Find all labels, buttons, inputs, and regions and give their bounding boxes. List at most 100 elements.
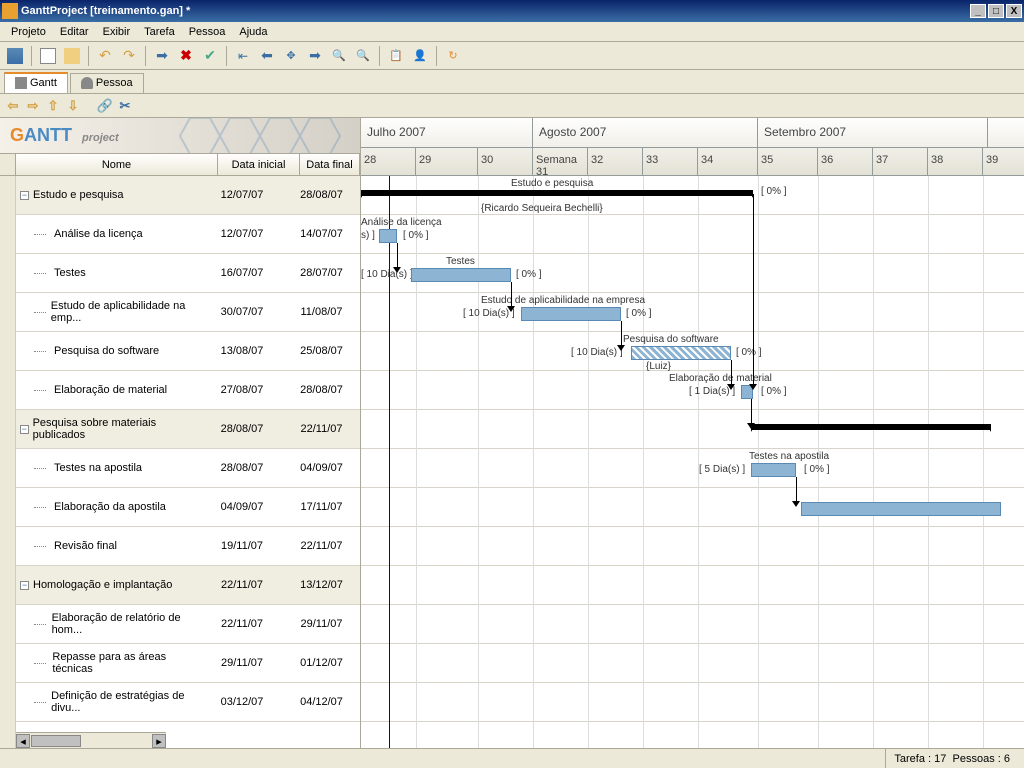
tree-row[interactable]: Elaboração da apostila04/09/0717/11/07 xyxy=(16,488,360,527)
task-bar[interactable] xyxy=(379,229,397,243)
tree-row[interactable]: −Homologação e implantação22/11/0713/12/… xyxy=(16,566,360,605)
month-cell: Julho 2007 xyxy=(361,118,533,147)
summary-bar xyxy=(361,190,753,196)
new-button[interactable] xyxy=(37,45,59,67)
task-label: Estudo de aplicabilidade na empresa xyxy=(481,295,645,306)
tree-row[interactable]: Pesquisa do software13/08/0725/08/07 xyxy=(16,332,360,371)
task-bar[interactable] xyxy=(751,463,796,477)
arrow-right-icon: ➡ xyxy=(309,47,321,64)
delete-button[interactable]: ✖ xyxy=(175,45,197,67)
menu-tarefa[interactable]: Tarefa xyxy=(137,24,182,40)
task-bar[interactable] xyxy=(521,307,621,321)
next-button[interactable]: ➡ xyxy=(304,45,326,67)
goto-button[interactable]: ➡ xyxy=(151,45,173,67)
start-date: 28/08/07 xyxy=(201,462,283,474)
tree-row[interactable]: Estudo de aplicabilidade na emp...30/07/… xyxy=(16,293,360,332)
arrow-left-icon: ⬅ xyxy=(261,47,273,64)
maximize-button[interactable]: □ xyxy=(988,4,1004,18)
week-cell: 29 xyxy=(416,148,478,175)
task-button[interactable]: 📋 xyxy=(385,45,407,67)
first-button[interactable]: ⇤ xyxy=(232,45,254,67)
save-button[interactable] xyxy=(4,45,26,67)
refresh-button[interactable]: ↻ xyxy=(442,45,464,67)
nav-right-button[interactable]: ⇨ xyxy=(24,97,42,115)
unlink-button[interactable]: ✂ xyxy=(116,97,134,115)
tab-pessoa[interactable]: Pessoa xyxy=(70,73,144,93)
minimize-button[interactable]: _ xyxy=(970,4,986,18)
link-button[interactable]: 🔗 xyxy=(96,97,114,115)
gantt-gridline xyxy=(533,176,534,750)
end-date: 14/07/07 xyxy=(283,228,360,240)
start-date: 30/07/07 xyxy=(201,306,283,318)
tree-row[interactable]: −Pesquisa sobre materiais publicados28/0… xyxy=(16,410,360,449)
tree-row[interactable]: Elaboração de relatório de hom...22/11/0… xyxy=(16,605,360,644)
tree-row[interactable]: Elaboração de material27/08/0728/08/07 xyxy=(16,371,360,410)
end-date: 01/12/07 xyxy=(283,657,360,669)
task-bar[interactable] xyxy=(631,346,731,360)
tree-header: Nome Data inicial Data final xyxy=(0,154,360,176)
tree-row[interactable]: Revisão final19/11/0722/11/07 xyxy=(16,527,360,566)
task-name: Definição de estratégias de divu... xyxy=(51,690,201,714)
month-cell: Agosto 2007 xyxy=(533,118,758,147)
tab-gantt[interactable]: Gantt xyxy=(4,72,68,93)
dependency-arrow xyxy=(617,345,625,351)
today-line xyxy=(389,176,390,750)
close-button[interactable]: X xyxy=(1006,4,1022,18)
duration-label: [ 5 Dia(s) ] xyxy=(699,464,745,475)
tree-row[interactable]: −Estudo e pesquisa12/07/0728/08/07 xyxy=(16,176,360,215)
task-name: Testes na apostila xyxy=(54,462,142,474)
dependency-line xyxy=(397,243,398,267)
toolbar-separator xyxy=(88,46,89,66)
task-name: Estudo de aplicabilidade na emp... xyxy=(51,300,201,324)
open-button[interactable] xyxy=(61,45,83,67)
tree-row[interactable]: Definição de estratégias de divu...03/12… xyxy=(16,683,360,722)
week-row: 282930Semana 313233343536373839 xyxy=(361,148,1024,175)
logo-g: G xyxy=(10,125,24,145)
gantt-body[interactable]: Estudo e pesquisa[ 0% ]{Ricardo Sequeira… xyxy=(361,176,1024,750)
expander-icon[interactable]: − xyxy=(20,581,29,590)
logo-antt: ANTT xyxy=(24,125,72,145)
col-start[interactable]: Data inicial xyxy=(218,154,300,175)
menu-pessoa[interactable]: Pessoa xyxy=(182,24,233,40)
tree-row[interactable]: Testes16/07/0728/07/07 xyxy=(16,254,360,293)
expander-icon[interactable]: − xyxy=(20,425,29,434)
tree-row[interactable]: Repasse para as áreas técnicas29/11/0701… xyxy=(16,644,360,683)
nav-up-button[interactable]: ⇧ xyxy=(44,97,62,115)
redo-button[interactable]: ↷ xyxy=(118,45,140,67)
app-icon xyxy=(2,3,18,19)
task-bar[interactable] xyxy=(411,268,511,282)
nav-left-button[interactable]: ⇦ xyxy=(4,97,22,115)
expand-button[interactable]: ✥ xyxy=(280,45,302,67)
gantt-gridline xyxy=(588,176,589,750)
task-bar[interactable] xyxy=(801,502,1001,516)
delete-icon: ✖ xyxy=(180,47,192,64)
task-name: Homologação e implantação xyxy=(33,579,172,591)
task-name: Testes xyxy=(54,267,86,279)
week-cell: 33 xyxy=(643,148,698,175)
tree-vscroll[interactable] xyxy=(0,176,16,750)
nav-down-button[interactable]: ⇩ xyxy=(64,97,82,115)
tree-row[interactable]: Testes na apostila28/08/0704/09/07 xyxy=(16,449,360,488)
task-name: Elaboração de material xyxy=(54,384,167,396)
menu-editar[interactable]: Editar xyxy=(53,24,96,40)
undo-button[interactable]: ↶ xyxy=(94,45,116,67)
month-row: Julho 2007Agosto 2007Setembro 2007 xyxy=(361,118,1024,148)
menu-exibir[interactable]: Exibir xyxy=(96,24,138,40)
window-title: GanttProject [treinamento.gan] * xyxy=(21,5,970,17)
check-button[interactable]: ✔ xyxy=(199,45,221,67)
expander-icon[interactable]: − xyxy=(20,191,29,200)
task-name: Elaboração da apostila xyxy=(54,501,166,513)
prev-button[interactable]: ⬅ xyxy=(256,45,278,67)
col-name[interactable]: Nome xyxy=(16,154,218,175)
menu-ajuda[interactable]: Ajuda xyxy=(232,24,274,40)
person-button[interactable]: 👤 xyxy=(409,45,431,67)
tree-hscroll[interactable]: ◂ ▸ xyxy=(16,732,166,748)
pct-label: [ 0% ] xyxy=(804,464,830,475)
tree-row[interactable]: Análise da licença12/07/0714/07/07 xyxy=(16,215,360,254)
col-end[interactable]: Data final xyxy=(300,154,360,175)
zoom-in-button[interactable]: 🔍 xyxy=(352,45,374,67)
zoom-out-button[interactable]: 🔍 xyxy=(328,45,350,67)
gantt-gridline xyxy=(983,176,984,750)
menu-projeto[interactable]: Projeto xyxy=(4,24,53,40)
gantt-icon xyxy=(15,77,27,89)
